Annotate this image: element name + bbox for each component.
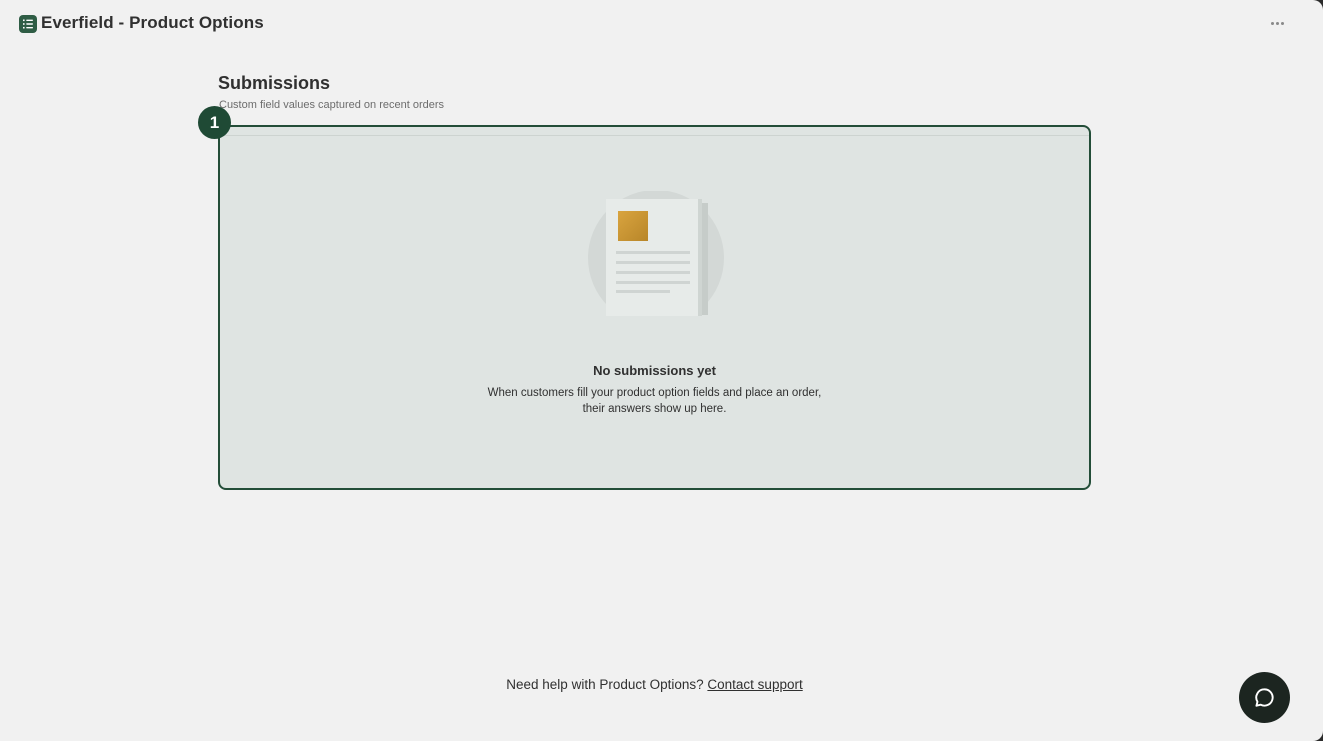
app-header: Everfield - Product Options	[0, 0, 1323, 46]
list-icon	[19, 15, 37, 33]
document-icon	[586, 190, 726, 326]
app-title: Everfield - Product Options	[41, 13, 264, 32]
card-divider	[220, 135, 1089, 136]
page-title: Submissions	[218, 73, 331, 93]
page-subtitle: Custom field values captured on recent o…	[219, 99, 445, 111]
footer-help-text: Need help with Product Options?	[506, 677, 704, 692]
empty-state-line-1: When customers fill your product option …	[487, 387, 822, 399]
ellipsis-icon[interactable]	[1265, 13, 1289, 33]
contact-support-link[interactable]: Contact support	[707, 677, 802, 692]
footer-help: Need help with Product Options? Contact …	[0, 677, 1309, 692]
app-window: Everfield - Product Options Submissions …	[0, 0, 1323, 741]
chat-bubble-icon[interactable]	[1239, 672, 1290, 723]
empty-state-line-2: their answers show up here.	[582, 403, 727, 415]
step-badge: 1	[198, 106, 231, 139]
empty-state-description: When customers fill your product option …	[220, 385, 1089, 417]
empty-state-title: No submissions yet	[593, 363, 716, 378]
submissions-empty-state-card[interactable]: No submissions yet When customers fill y…	[218, 125, 1091, 490]
